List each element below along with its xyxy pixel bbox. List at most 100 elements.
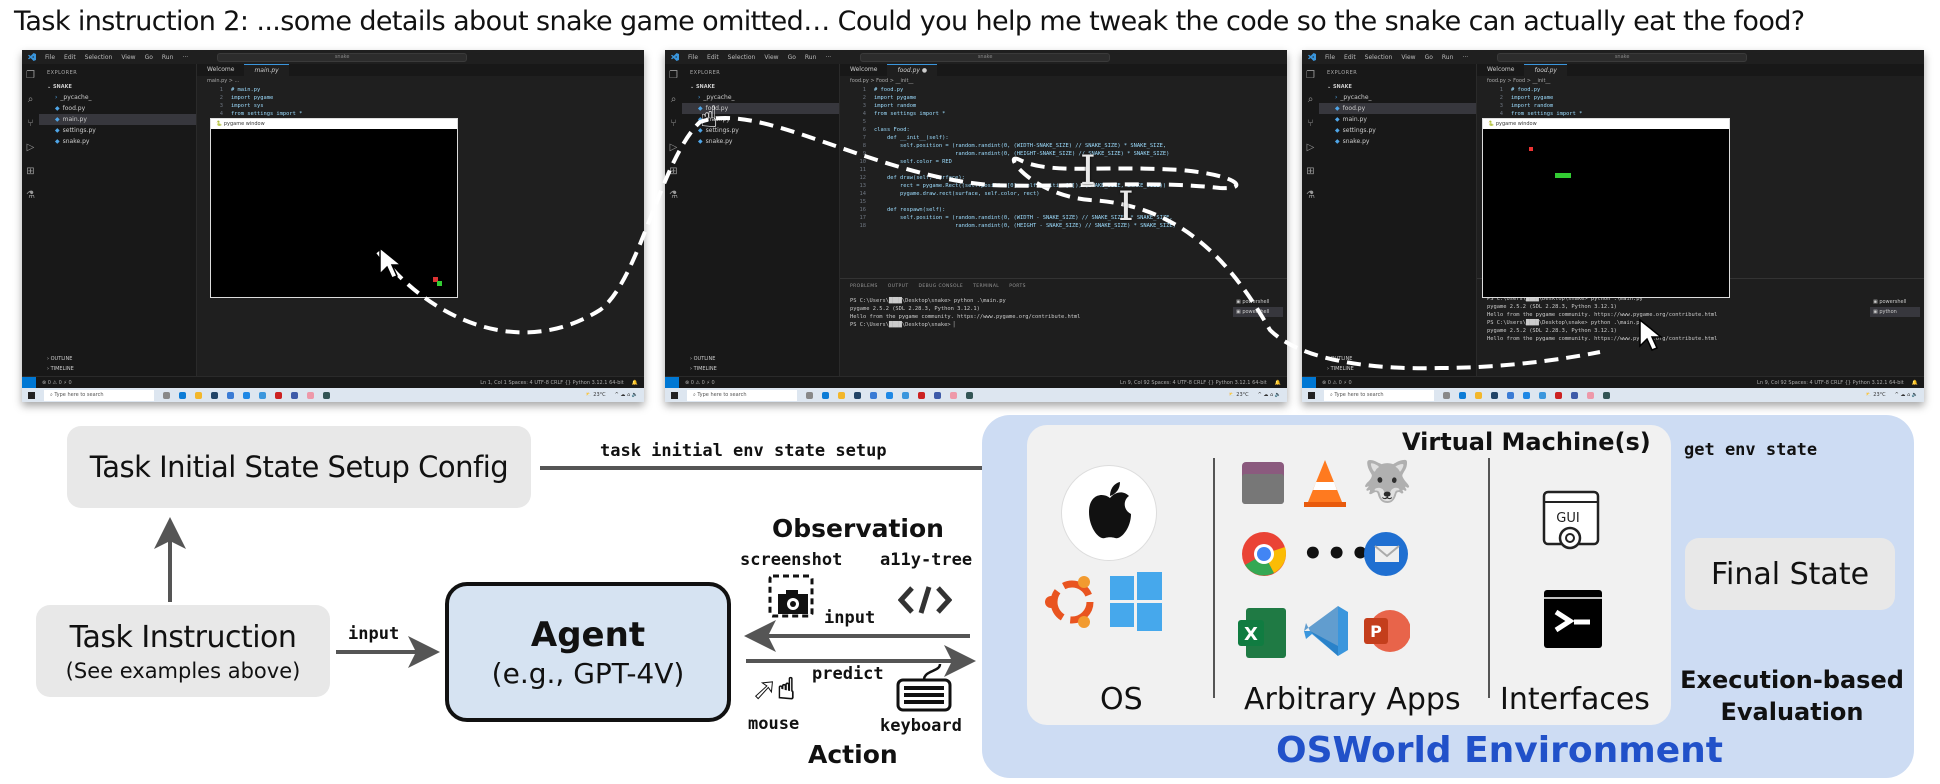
taskbar-app-icon[interactable] [1571,391,1578,399]
explorer-icon[interactable]: ❐ [1306,70,1315,81]
taskbar-app-icon[interactable] [918,391,925,399]
menu-item[interactable]: File [688,54,698,61]
system-tray[interactable]: ^ ☁ ⌂ 🔈 [615,392,638,398]
taskbar-app-icon[interactable] [323,391,330,399]
extensions-icon[interactable]: ⊞ [26,166,34,177]
search-icon[interactable]: ⌕ [28,94,34,105]
status-info[interactable]: Ln 9, Col 92 Spaces: 4 UTF-8 CRLF {} Pyt… [1757,380,1904,386]
system-tray[interactable]: ^ ☁ ⌂ 🔈 [1895,392,1918,398]
remote-icon[interactable] [1302,376,1316,389]
taskbar-app-icon[interactable] [822,391,829,399]
status-info[interactable]: Ln 1, Col 1 Spaces: 4 UTF-8 CRLF {} Pyth… [480,380,624,386]
menu-item[interactable]: Edit [64,54,76,61]
explorer-icon[interactable]: ❐ [669,70,678,81]
menu-item[interactable]: ··· [1462,54,1468,61]
file-item[interactable]: ◆ snake.py [1319,136,1476,147]
taskbar-app-icon[interactable] [275,391,282,399]
timeline-section[interactable]: › TIMELINE [1319,364,1476,374]
taskbar-app-icon[interactable] [966,391,973,399]
taskbar-app-icon[interactable] [950,391,957,399]
taskbar-app-icon[interactable] [211,391,218,399]
status-problems[interactable]: ⊗ 0 ⚠ 0 ⚡ 0 [1322,380,1352,386]
menu-item[interactable]: ··· [825,54,831,61]
taskbar-app-icon[interactable] [838,391,845,399]
command-search[interactable]: snake [860,52,1111,62]
pygame-window[interactable]: 🐍 pygame window [1482,118,1730,298]
taskbar-search[interactable]: ⌕ Type here to search [44,389,154,401]
editor-tab[interactable]: Welcome [1477,64,1524,76]
command-search[interactable]: snake [1497,52,1748,62]
terminal-panel[interactable]: PROBLEMS OUTPUT DEBUG CONSOLE TERMINAL PORTS… [840,278,1287,376]
extensions-icon[interactable]: ⊞ [669,166,677,177]
taskbar-app-icon[interactable] [259,391,266,399]
outline-section[interactable]: › OUTLINE [1319,354,1476,364]
menu-item[interactable]: Go [1425,54,1433,61]
panel-tab[interactable]: OUTPUT [888,284,909,289]
pygame-window[interactable]: 🐍 pygame window [210,118,458,298]
folder-snake[interactable]: ⌄ SNAKE [39,82,196,92]
taskbar-app-icon[interactable] [1603,391,1610,399]
file-item[interactable]: ◆ settings.py [1319,125,1476,136]
menu-item[interactable]: ··· [182,54,188,61]
file-item[interactable]: ◆ food.py [1319,103,1476,114]
taskbar-app-icon[interactable] [870,391,877,399]
taskbar-search[interactable]: ⌕ Type here to search [687,389,797,401]
bell-icon[interactable]: 🔔 [1912,380,1918,386]
file-item[interactable]: › _pycache_ [39,92,196,103]
terminal-instance[interactable]: ▣ powershell [1233,297,1283,307]
code-editor[interactable]: 1 # food.py 2 import pygame 3 import random 4 f… [1477,86,1924,118]
status-problems[interactable]: ⊗ 0 ⚠ 0 ⚡ 0 [42,380,72,386]
editor-tab[interactable]: Welcome [197,64,244,76]
command-search[interactable]: snake [217,52,468,62]
taskbar-app-icon[interactable] [1555,391,1562,399]
editor-tab[interactable]: food.py [1524,64,1567,76]
terminal-instance[interactable]: ▣ powershell [1233,307,1283,317]
source-control-icon[interactable]: ⑂ [671,118,677,129]
bell-icon[interactable]: 🔔 [632,380,638,386]
start-icon[interactable] [671,391,678,399]
status-info[interactable]: Ln 9, Col 92 Spaces: 4 UTF-8 CRLF {} Pyt… [1120,380,1267,386]
start-icon[interactable] [1308,391,1315,399]
menu-item[interactable]: Edit [707,54,719,61]
code-editor[interactable]: 1 # food.py 2 import pygame 3 import random 4 f… [840,86,1287,230]
panel-tab[interactable]: DEBUG CONSOLE [919,284,964,289]
status-problems[interactable]: ⊗ 0 ⚠ 0 ⚡ 0 [685,380,715,386]
taskbar-app-icon[interactable] [902,391,909,399]
menu-item[interactable]: Run [805,54,817,61]
taskbar-app-icon[interactable] [195,391,202,399]
explorer-icon[interactable]: ❐ [26,70,35,81]
start-icon[interactable] [28,391,35,399]
code-editor[interactable]: 1 # main.py 2 import pygame 3 import sys 4 from… [197,86,644,118]
terminal-instance[interactable]: ▣ powershell [1870,297,1920,307]
taskbar-app-icon[interactable] [934,391,941,399]
run-debug-icon[interactable]: ▷ [670,142,678,153]
taskbar-app-icon[interactable] [243,391,250,399]
taskbar-app-icon[interactable] [307,391,314,399]
search-icon[interactable]: ⌕ [671,94,677,105]
menu-item[interactable]: Run [162,54,174,61]
menu-item[interactable]: Edit [1344,54,1356,61]
source-control-icon[interactable]: ⑂ [1308,118,1314,129]
editor-tab[interactable]: main.py [244,64,289,76]
run-debug-icon[interactable]: ▷ [1307,142,1315,153]
menu-item[interactable]: Selection [728,54,756,61]
menu-item[interactable]: Go [145,54,153,61]
taskbar-app-icon[interactable] [1507,391,1514,399]
testing-icon[interactable]: ⚗ [1306,190,1315,201]
folder-snake[interactable]: ⌄ SNAKE [682,82,839,92]
timeline-section[interactable]: › TIMELINE [682,364,839,374]
bell-icon[interactable]: 🔔 [1275,380,1281,386]
extensions-icon[interactable]: ⊞ [1306,166,1314,177]
menu-item[interactable]: Run [1442,54,1454,61]
testing-icon[interactable]: ⚗ [26,190,35,201]
menu-item[interactable]: File [45,54,55,61]
run-debug-icon[interactable]: ▷ [27,142,35,153]
taskbar-app-icon[interactable] [291,391,298,399]
menu-item[interactable]: View [1401,54,1415,61]
panel-tab[interactable]: PORTS [1009,284,1026,289]
editor-tab[interactable]: Welcome [840,64,887,76]
menu-item[interactable]: Selection [85,54,113,61]
taskbar-app-icon[interactable] [179,391,186,399]
file-item[interactable]: ◆ snake.py [682,136,839,147]
search-icon[interactable]: ⌕ [1308,94,1314,105]
